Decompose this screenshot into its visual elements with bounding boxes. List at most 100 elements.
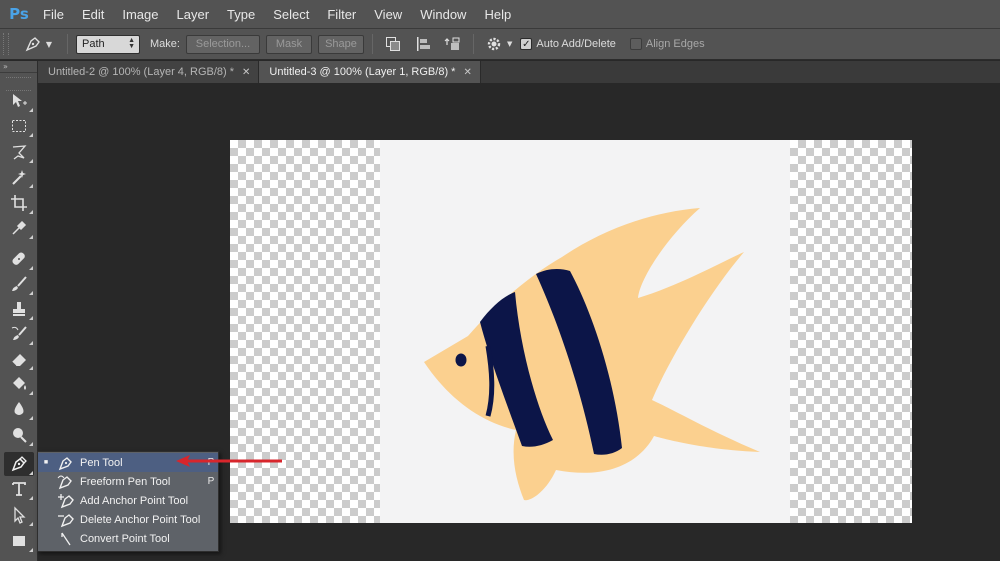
- path-alignment-button[interactable]: [411, 33, 435, 55]
- rectangle-tool[interactable]: [4, 529, 34, 553]
- type-tool[interactable]: [4, 477, 34, 501]
- tab-title: Untitled-3 @ 100% (Layer 1, RGB/8) *: [269, 66, 456, 78]
- tab-untitled-2[interactable]: Untitled-2 @ 100% (Layer 4, RGB/8) * ✕: [38, 61, 260, 83]
- healing-brush-icon: [12, 252, 25, 265]
- marquee-tool[interactable]: [4, 114, 34, 138]
- options-bar: ▼ Path ▲ ▼ Make: Selection... Mask Shape …: [0, 29, 1000, 60]
- type-icon: [12, 482, 26, 496]
- auto-add-delete-checkbox[interactable]: ✓: [520, 38, 533, 50]
- move-tool[interactable]: [4, 89, 34, 113]
- magic-wand-tool[interactable]: [4, 165, 34, 189]
- gear-icon: [487, 37, 501, 51]
- brush-icon: [12, 276, 27, 291]
- flyout-item-add-anchor-point-tool[interactable]: Add Anchor Point Tool: [38, 491, 218, 510]
- menu-edit[interactable]: Edit: [73, 0, 113, 29]
- crop-icon: [11, 195, 27, 211]
- make-mask-button[interactable]: Mask: [265, 34, 312, 54]
- options-bar-grip[interactable]: [3, 33, 9, 55]
- dodge-tool[interactable]: [4, 423, 34, 447]
- make-selection-button[interactable]: Selection...: [185, 34, 260, 54]
- convert-point-icon: [54, 530, 78, 548]
- menu-view[interactable]: View: [365, 0, 411, 29]
- document-tab-bar: Untitled-2 @ 100% (Layer 4, RGB/8) * ✕ U…: [38, 61, 1000, 83]
- flyout-item-label: Add Anchor Point Tool: [80, 494, 189, 507]
- flyout-item-shortcut: P: [207, 476, 215, 487]
- make-label: Make:: [150, 38, 180, 50]
- flyout-item-convert-point-tool[interactable]: Convert Point Tool: [38, 529, 218, 548]
- menu-type[interactable]: Type: [218, 0, 264, 29]
- paint-bucket-tool[interactable]: [4, 372, 34, 396]
- selected-marker-icon: ■: [43, 459, 49, 466]
- path-arrangement-icon: [444, 37, 460, 50]
- menu-filter[interactable]: Filter: [318, 0, 365, 29]
- expand-panel-icon[interactable]: »: [0, 61, 37, 73]
- path-operations-button[interactable]: [381, 33, 405, 55]
- flyout-item-freeform-pen-tool[interactable]: Freeform Pen Tool P: [38, 472, 218, 491]
- delete-anchor-point-icon: [54, 511, 78, 529]
- marquee-icon: [12, 120, 26, 132]
- eyedropper-tool[interactable]: [4, 216, 34, 240]
- divider: [371, 34, 373, 54]
- healing-brush-tool[interactable]: [4, 247, 34, 271]
- flyout-item-label: Freeform Pen Tool: [80, 475, 171, 488]
- tab-title: Untitled-2 @ 100% (Layer 4, RGB/8) *: [48, 66, 235, 78]
- fish-eye: [455, 353, 467, 367]
- divider: [67, 34, 68, 54]
- menu-layer[interactable]: Layer: [168, 0, 219, 29]
- flyout-item-delete-anchor-point-tool[interactable]: Delete Anchor Point Tool: [38, 510, 218, 529]
- lasso-tool[interactable]: [4, 140, 34, 164]
- paint-bucket-icon: [13, 377, 26, 390]
- path-operations-icon: [385, 37, 400, 51]
- dodge-icon: [13, 428, 27, 443]
- auto-add-delete-label: Auto Add/Delete: [536, 38, 616, 50]
- pen-icon: [25, 37, 40, 52]
- make-shape-button[interactable]: Shape: [317, 34, 364, 54]
- clone-stamp-icon: [13, 302, 25, 316]
- align-edges-checkbox[interactable]: [629, 38, 642, 50]
- blur-tool[interactable]: [4, 397, 34, 421]
- menu-window[interactable]: Window: [411, 0, 475, 29]
- brush-tool[interactable]: [4, 272, 34, 296]
- document-canvas[interactable]: [230, 140, 912, 523]
- menu-bar: Ps File Edit Image Layer Type Select Fil…: [0, 0, 1000, 29]
- eraser-tool[interactable]: [4, 347, 34, 371]
- menu-image[interactable]: Image: [113, 0, 167, 29]
- align-edges-label: Align Edges: [645, 38, 705, 50]
- photoshop-window: Ps File Edit Image Layer Type Select Fil…: [0, 0, 1000, 561]
- tab-untitled-3[interactable]: Untitled-3 @ 100% (Layer 1, RGB/8) * ✕: [259, 61, 481, 83]
- history-brush-tool[interactable]: [4, 322, 34, 346]
- select-arrows-icon: ▲ ▼: [128, 37, 135, 50]
- close-icon[interactable]: ✕: [242, 67, 250, 78]
- clone-stamp-tool[interactable]: [4, 297, 34, 321]
- move-icon: [13, 94, 27, 107]
- path-alignment-icon: [416, 37, 430, 51]
- pen-mode-select[interactable]: Path ▲ ▼: [76, 34, 140, 54]
- add-anchor-point-icon: [54, 492, 78, 510]
- menu-help[interactable]: Help: [475, 0, 520, 29]
- freeform-pen-icon: [54, 473, 78, 491]
- pen-tool[interactable]: [4, 452, 34, 476]
- menu-file[interactable]: File: [34, 0, 73, 29]
- path-options-button[interactable]: [482, 33, 506, 55]
- annotation-arrow-icon: [176, 455, 282, 467]
- tool-preset-picker[interactable]: ▼: [17, 32, 59, 56]
- checkmark-icon: ✓: [522, 38, 531, 50]
- path-selection-icon: [14, 506, 26, 524]
- flyout-item-label: Delete Anchor Point Tool: [80, 513, 201, 526]
- path-arrangement-button[interactable]: [441, 33, 465, 55]
- pen-icon: [11, 456, 27, 472]
- crop-tool[interactable]: [4, 191, 34, 215]
- menu-select[interactable]: Select: [264, 0, 318, 29]
- pen-mode-value: Path: [82, 38, 105, 50]
- pen-icon: [54, 454, 78, 472]
- history-brush-icon: [11, 326, 27, 340]
- close-icon[interactable]: ✕: [463, 67, 471, 78]
- path-selection-tool[interactable]: [4, 503, 34, 527]
- magic-wand-icon: [12, 170, 26, 185]
- app-logo: Ps: [9, 5, 29, 23]
- eraser-icon: [11, 354, 26, 367]
- chevron-down-icon[interactable]: ▼: [507, 40, 512, 48]
- eyedropper-icon: [12, 220, 27, 235]
- rectangle-icon: [13, 536, 25, 546]
- blur-icon: [14, 402, 24, 415]
